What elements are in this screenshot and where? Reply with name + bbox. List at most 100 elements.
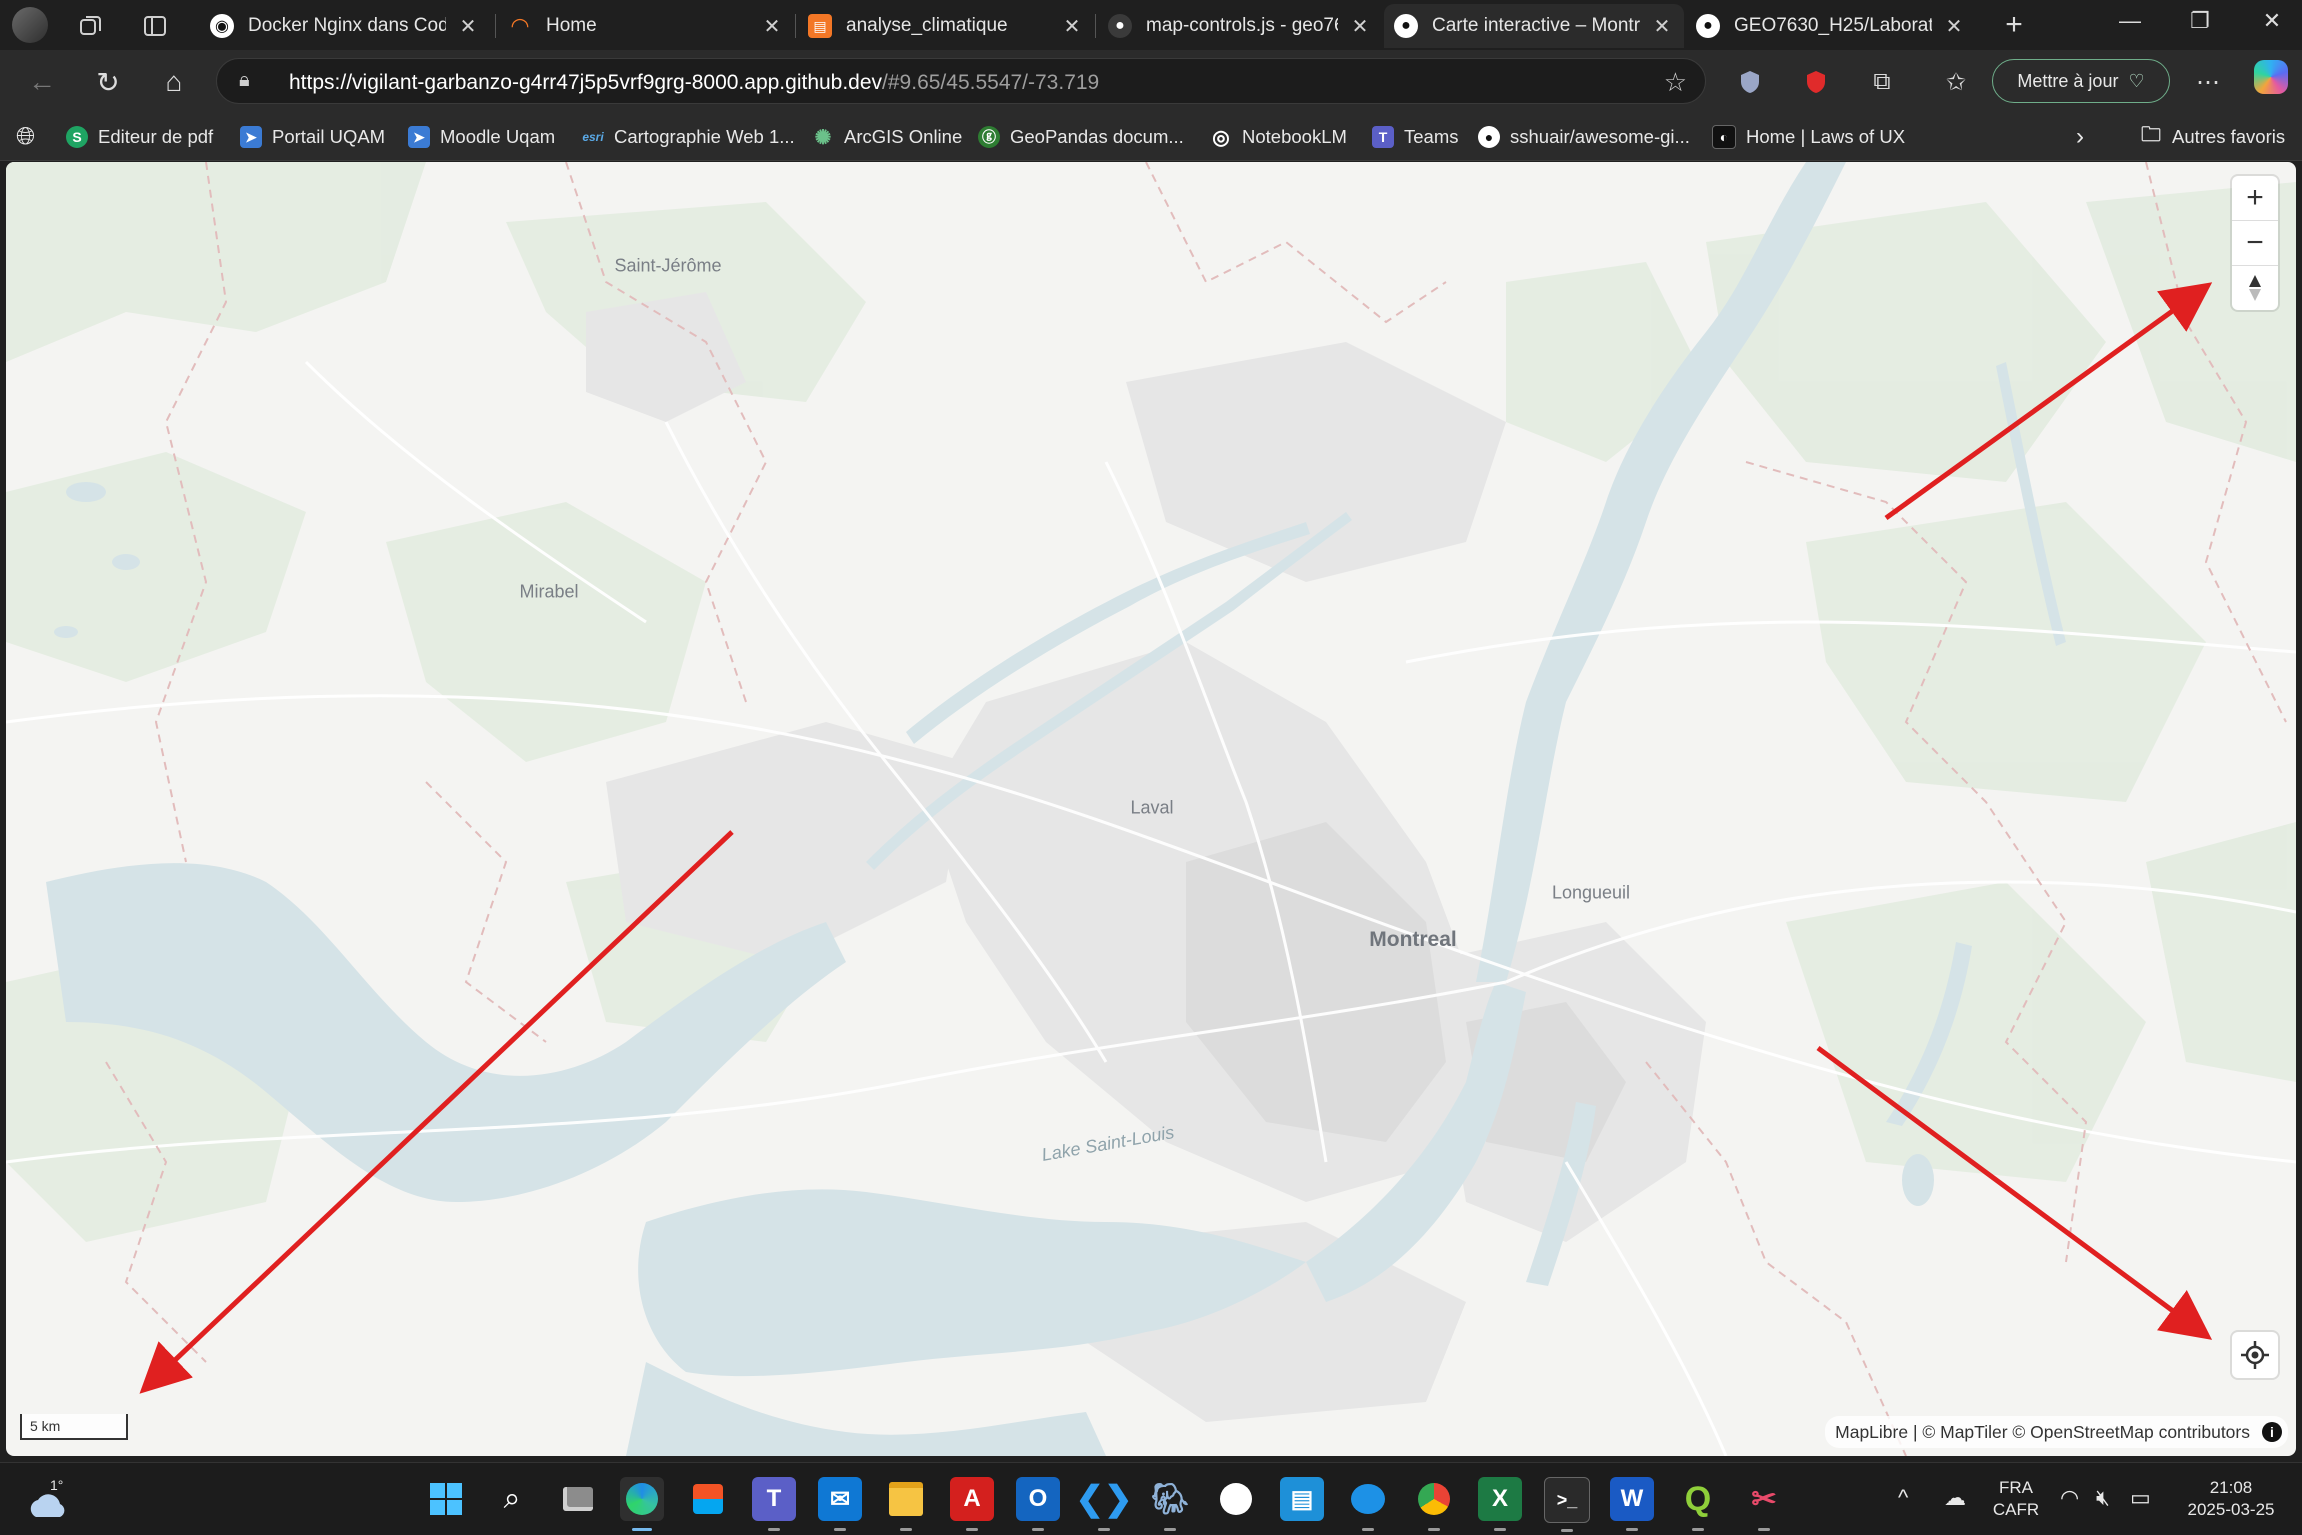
info-icon[interactable]: i <box>2262 1422 2282 1442</box>
word-icon[interactable]: W <box>1610 1477 1654 1531</box>
zoom-out-button[interactable]: − <box>2232 221 2278 266</box>
terminal-icon[interactable]: >_ <box>1544 1477 1590 1532</box>
github-globe-icon: ◉ <box>210 14 234 38</box>
globe-icon[interactable]: 🌐︎ <box>16 123 35 151</box>
task-view-icon[interactable] <box>556 1477 600 1521</box>
close-window-button[interactable]: ✕ <box>2252 8 2292 34</box>
close-tab-icon[interactable]: ✕ <box>456 14 480 39</box>
place-label: Laval <box>1130 797 1174 818</box>
bookmark-item[interactable]: ● sshuair/awesome-gi... <box>1478 123 1690 151</box>
extensions-puzzle-icon[interactable]: ⧉ <box>1864 64 1900 100</box>
browser-tab[interactable]: ◠ Home ✕ <box>498 4 794 48</box>
place-label: Saint-Jérôme <box>614 255 722 276</box>
chevron-right-icon[interactable]: › <box>2076 123 2084 151</box>
jupyter-icon: ◠ <box>510 13 530 38</box>
notebooklm-icon: ◎ <box>1212 126 1230 149</box>
lock-icon[interactable]: 🔒︎ <box>239 69 250 92</box>
browser-tab[interactable]: ▤ analyse_climatique ✕ <box>798 4 1094 48</box>
bookmark-item[interactable]: S Editeur de pdf <box>66 123 213 151</box>
tab-bar: ◉ Docker Nginx dans Codes ✕ ◠ Home ✕ ▤ a… <box>0 0 2302 50</box>
close-tab-icon[interactable]: ✕ <box>1650 14 1674 39</box>
esri-icon: esri <box>582 130 604 144</box>
moodle-icon: ➤ <box>408 126 430 148</box>
vertical-tabs-icon[interactable] <box>138 9 172 43</box>
bookmark-item[interactable]: esri Cartographie Web 1... <box>580 123 794 151</box>
url-text[interactable]: https://vigilant-garbanzo-g4rr47j5p5vrf9… <box>289 71 1099 95</box>
store-icon[interactable] <box>686 1477 730 1521</box>
shield-extension-icon[interactable] <box>1732 64 1768 100</box>
bookmark-item[interactable]: ➤ Portail UQAM <box>240 123 385 151</box>
volume-muted-icon[interactable]: 🔇︎ <box>2096 1485 2110 1511</box>
notebook-icon: ▤ <box>808 14 832 38</box>
geolocate-button[interactable] <box>2232 1332 2278 1378</box>
github-desktop-icon[interactable] <box>1214 1477 1258 1521</box>
bookmark-item[interactable]: ◎ NotebookLM <box>1210 123 1347 151</box>
close-tab-icon[interactable]: ✕ <box>760 14 784 39</box>
docker-icon[interactable] <box>1346 1477 1390 1531</box>
clock[interactable]: 21:08 2025-03-25 <box>2176 1477 2286 1521</box>
copilot-icon[interactable] <box>2254 60 2288 94</box>
new-tab-button[interactable]: + <box>1996 8 2032 42</box>
bookmark-item[interactable]: ➤ Moodle Uqam <box>408 123 555 151</box>
browser-tab[interactable]: ● GEO7630_H25/Laboratoi ✕ <box>1686 4 1976 48</box>
postgresql-icon[interactable]: 🐘︎ <box>1148 1477 1192 1531</box>
geolocate-icon <box>2241 1341 2269 1369</box>
notepad-icon[interactable]: ▤ <box>1280 1477 1324 1521</box>
start-button[interactable] <box>424 1477 468 1521</box>
restore-button[interactable]: ❐ <box>2180 8 2220 34</box>
weather-widget[interactable]: 1° <box>26 1477 76 1521</box>
wifi-icon[interactable]: ◠ <box>2060 1485 2079 1511</box>
more-menu-icon[interactable]: ⋯ <box>2190 64 2226 100</box>
search-icon[interactable]: ⌕ <box>490 1477 534 1521</box>
compass-button[interactable] <box>2232 266 2278 310</box>
qgis-icon[interactable]: Q <box>1676 1477 1720 1531</box>
profile-avatar[interactable] <box>12 7 48 43</box>
reload-button[interactable]: ↻ <box>88 62 128 102</box>
file-explorer-icon[interactable] <box>884 1477 928 1531</box>
onedrive-icon[interactable]: ☁ <box>1944 1485 1966 1511</box>
home-button[interactable]: ⌂ <box>154 62 194 102</box>
outlook-icon[interactable]: ✉ <box>818 1477 862 1531</box>
close-tab-icon[interactable]: ✕ <box>1060 14 1084 39</box>
browser-tab-active[interactable]: ● Carte interactive – Montré ✕ <box>1384 4 1684 48</box>
vscode-icon[interactable]: ❮❯ <box>1076 1477 1133 1531</box>
workspaces-icon[interactable] <box>74 9 108 43</box>
snipping-tool-icon[interactable]: ✂ <box>1742 1477 1786 1531</box>
bookmark-item[interactable]: ⓖ GeoPandas docum... <box>978 123 1184 151</box>
tray-chevron-icon[interactable]: ^ <box>1898 1485 1908 1511</box>
favorite-star-icon[interactable]: ☆ <box>1664 67 1687 98</box>
close-tab-icon[interactable]: ✕ <box>1348 14 1372 39</box>
language-indicator[interactable]: FRA CAFR <box>1986 1477 2046 1521</box>
lawsofux-icon: ◐ <box>1712 125 1736 149</box>
edge-browser-icon[interactable] <box>620 1477 664 1531</box>
teams-icon[interactable]: T <box>752 1477 796 1531</box>
favorites-icon[interactable]: ✩ <box>1938 64 1974 100</box>
bookmark-item[interactable]: T Teams <box>1372 123 1459 151</box>
chrome-icon[interactable] <box>1412 1477 1456 1531</box>
compass-icon <box>2249 275 2261 301</box>
extension-red-icon[interactable] <box>1798 64 1834 100</box>
browser-tab[interactable]: ● map-controls.js - geo763 ✕ <box>1098 4 1382 48</box>
zoom-in-button[interactable]: + <box>2232 176 2278 221</box>
browser-tab[interactable]: ◉ Docker Nginx dans Codes ✕ <box>200 4 490 48</box>
bookmark-item[interactable]: ◐ Home | Laws of UX <box>1712 123 1905 151</box>
excel-icon[interactable]: X <box>1478 1477 1522 1531</box>
folder-icon: 🗀︎ <box>2141 124 2161 146</box>
place-label: Montreal <box>1369 928 1457 951</box>
geopandas-icon: ⓖ <box>978 126 1000 148</box>
github-icon: ● <box>1696 14 1720 38</box>
other-favorites[interactable]: 🗀︎ Autres favoris <box>2140 123 2285 151</box>
close-tab-icon[interactable]: ✕ <box>1942 14 1966 39</box>
battery-icon[interactable]: ▭ <box>2130 1485 2151 1511</box>
arcgis-icon: ✺ <box>814 126 832 149</box>
update-button[interactable]: Mettre à jour ♡ <box>1992 59 2170 103</box>
acrobat-icon[interactable]: A <box>950 1477 994 1531</box>
address-bar[interactable]: 🔒︎ https://vigilant-garbanzo-g4rr47j5p5v… <box>216 58 1706 104</box>
back-button[interactable]: ← <box>22 62 62 102</box>
github-icon: ● <box>1478 126 1500 148</box>
map-canvas[interactable]: Saint-Jérôme Mirabel Laval Longueuil Mon… <box>6 162 2296 1456</box>
bookmark-item[interactable]: ✺ ArcGIS Online <box>812 123 963 151</box>
attribution: MapLibre | © MapTiler © OpenStreetMap co… <box>1825 1416 2288 1448</box>
outlook-classic-icon[interactable]: O <box>1016 1477 1060 1531</box>
minimize-button[interactable]: — <box>2110 8 2150 34</box>
